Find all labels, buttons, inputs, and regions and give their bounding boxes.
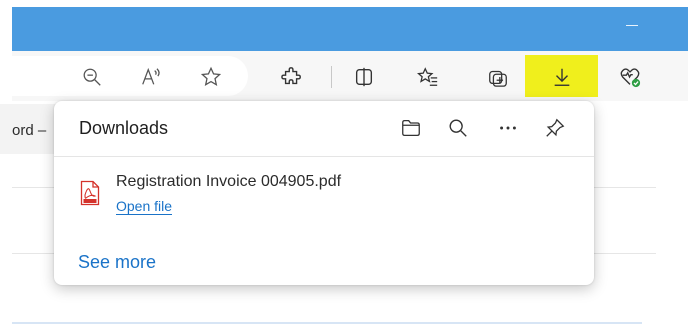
more-options-icon bbox=[500, 126, 516, 130]
search-downloads-button[interactable] bbox=[443, 113, 473, 143]
extensions-icon bbox=[281, 67, 301, 85]
panel-header-divider bbox=[54, 156, 594, 157]
background-tab-text: ord – bbox=[12, 122, 47, 139]
browser-essentials-icon bbox=[620, 68, 641, 88]
split-screen-icon bbox=[355, 67, 373, 87]
zoom-out-button[interactable] bbox=[76, 61, 108, 93]
pdf-file-icon bbox=[80, 180, 100, 206]
extensions-button[interactable] bbox=[276, 61, 308, 93]
downloads-title: Downloads bbox=[79, 118, 169, 138]
pin-icon bbox=[546, 118, 565, 137]
browser-essentials-button[interactable] bbox=[614, 61, 646, 93]
open-file-link[interactable]: Open file bbox=[116, 198, 173, 215]
collections-icon bbox=[489, 70, 507, 87]
downloads-button[interactable] bbox=[546, 61, 578, 93]
download-file-name[interactable]: Registration Invoice 004905.pdf bbox=[116, 173, 341, 191]
favorites-button[interactable] bbox=[412, 61, 444, 93]
read-aloud-button[interactable] bbox=[135, 61, 167, 93]
toolbar-separator bbox=[331, 66, 332, 88]
downloads-panel: Downloads Registration Invoice 004905.pd… bbox=[54, 101, 594, 285]
maximize-icon[interactable] bbox=[684, 17, 688, 33]
pin-panel-button[interactable] bbox=[540, 113, 570, 143]
more-options-button[interactable] bbox=[493, 113, 523, 143]
zoom-out-icon bbox=[83, 68, 101, 86]
split-screen-button[interactable] bbox=[348, 61, 380, 93]
read-aloud-icon bbox=[142, 67, 160, 85]
minimize-icon[interactable] bbox=[624, 17, 640, 33]
see-more-link[interactable]: See more bbox=[78, 252, 156, 273]
page-divider bbox=[12, 322, 642, 324]
folder-icon bbox=[402, 120, 420, 136]
open-downloads-folder-button[interactable] bbox=[396, 113, 426, 143]
add-favorite-button[interactable] bbox=[195, 61, 227, 93]
search-icon bbox=[449, 119, 467, 137]
downloads-icon bbox=[554, 68, 570, 86]
favorites-icon bbox=[417, 67, 438, 86]
favorite-star-icon bbox=[200, 66, 222, 86]
collections-button[interactable] bbox=[482, 61, 514, 93]
title-bar bbox=[12, 7, 688, 51]
